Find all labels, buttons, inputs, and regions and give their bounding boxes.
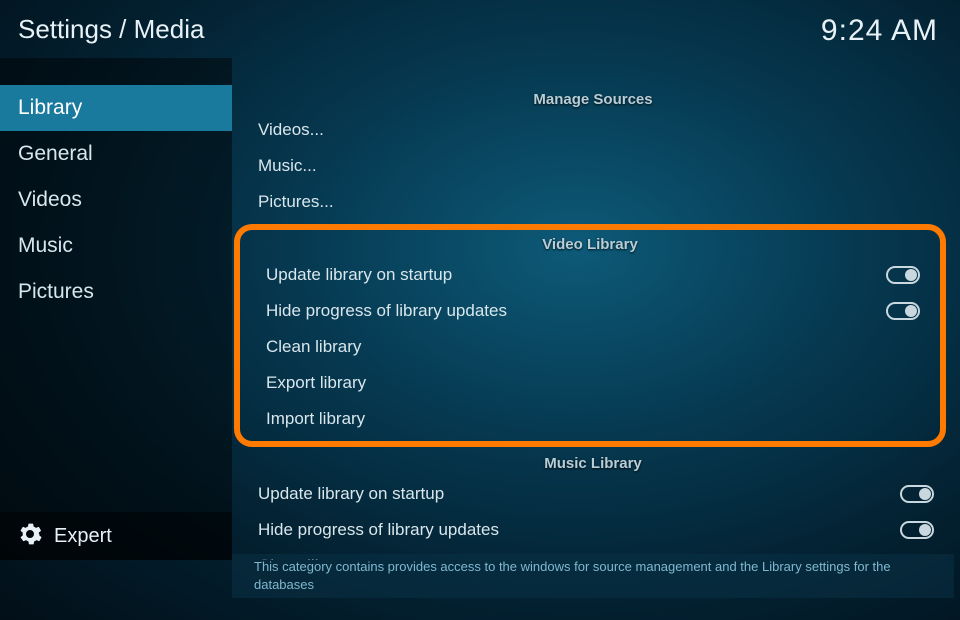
- sidebar-top-pad: [0, 58, 232, 86]
- sidebar-item-music[interactable]: Music: [0, 223, 232, 269]
- setting-row[interactable]: Hide progress of library updates: [240, 293, 940, 329]
- setting-label: Hide progress of library updates: [258, 520, 499, 540]
- header: Settings / Media 9:24 AM: [0, 0, 960, 58]
- clock: 9:24 AM: [821, 14, 938, 48]
- setting-row[interactable]: Pictures...: [232, 184, 954, 220]
- setting-row[interactable]: Music...: [232, 148, 954, 184]
- setting-label: Pictures...: [258, 192, 334, 212]
- toggle-switch[interactable]: [900, 485, 934, 503]
- sidebar-item-library[interactable]: Library: [0, 85, 232, 131]
- setting-label: Import library: [266, 409, 365, 429]
- breadcrumb: Settings / Media: [18, 14, 204, 45]
- sidebar-item-pictures[interactable]: Pictures: [0, 269, 232, 315]
- toggle-switch[interactable]: [886, 302, 920, 320]
- section-header: Manage Sources: [232, 85, 954, 112]
- sidebar-item-videos[interactable]: Videos: [0, 177, 232, 223]
- setting-row[interactable]: Hide progress of library updates: [232, 512, 954, 548]
- setting-row[interactable]: Update library on startup: [232, 476, 954, 512]
- settings-level-button[interactable]: Expert: [0, 512, 232, 560]
- section-header: Music Library: [232, 449, 954, 476]
- settings-level-label: Expert: [54, 525, 112, 548]
- sidebar: LibraryGeneralVideosMusicPictures: [0, 85, 232, 560]
- setting-row[interactable]: Clean library: [240, 329, 940, 365]
- setting-label: Update library on startup: [266, 265, 452, 285]
- setting-label: Clean library: [266, 337, 361, 357]
- toggle-switch[interactable]: [886, 266, 920, 284]
- highlight-box: Video Library Update library on startup Hi…: [234, 224, 946, 447]
- setting-label: Update library on startup: [258, 484, 444, 504]
- setting-row[interactable]: Videos...: [232, 112, 954, 148]
- setting-row[interactable]: Update library on startup: [240, 257, 940, 293]
- content-panel: Manage Sources Videos... Music... Pictures.…: [232, 85, 954, 560]
- sidebar-item-general[interactable]: General: [0, 131, 232, 177]
- setting-row[interactable]: Export library: [240, 365, 940, 401]
- description-bar: This category contains provides access t…: [232, 554, 954, 598]
- gear-icon: [18, 522, 42, 551]
- section-header: Video Library: [240, 230, 940, 257]
- toggle-switch[interactable]: [900, 521, 934, 539]
- setting-label: Music...: [258, 156, 317, 176]
- setting-label: Hide progress of library updates: [266, 301, 507, 321]
- setting-label: Export library: [266, 373, 366, 393]
- setting-row[interactable]: Import library: [240, 401, 940, 437]
- description-text: This category contains provides access t…: [254, 558, 932, 593]
- setting-label: Videos...: [258, 120, 324, 140]
